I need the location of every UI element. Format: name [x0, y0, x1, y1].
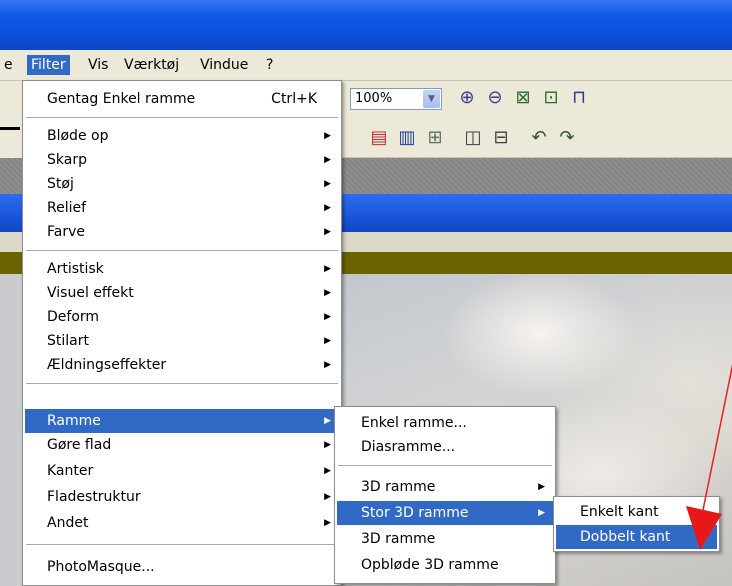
annotation-arrow-icon — [686, 363, 732, 550]
